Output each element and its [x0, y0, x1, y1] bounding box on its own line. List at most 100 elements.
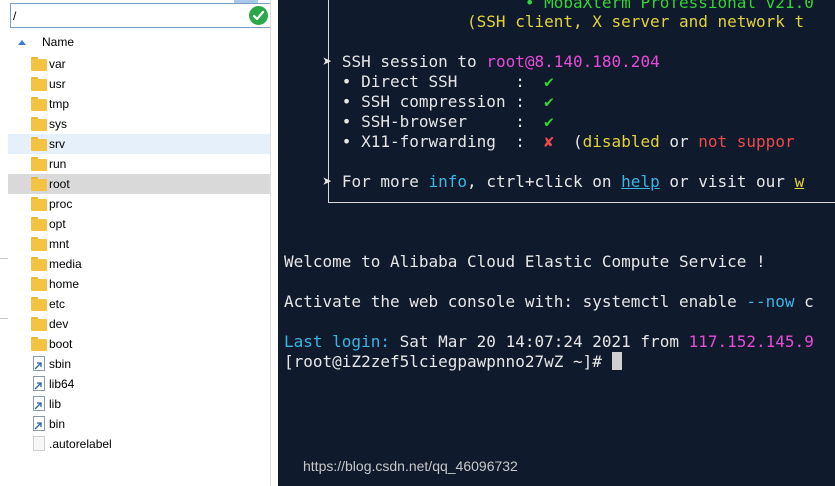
option-line: • Direct SSH : ✔: [284, 72, 554, 92]
folder-icon: [31, 77, 47, 91]
folder-icon: [31, 137, 47, 151]
paren: (: [573, 132, 583, 151]
ssh-session-line: ➤ SSH session to root@8.140.180.204: [284, 52, 660, 72]
file-list: var usr tmp sys srv run root proc opt mnt media hom…: [8, 54, 270, 454]
bullet: •: [341, 112, 352, 131]
option-line: • SSH compression : ✔: [284, 92, 554, 112]
file-row[interactable]: bin: [8, 414, 270, 434]
text-cursor: [611, 352, 622, 370]
folder-icon: [31, 57, 47, 71]
file-row[interactable]: opt: [8, 214, 270, 234]
option-label: Direct SSH :: [361, 72, 525, 91]
info-link[interactable]: info: [429, 172, 468, 191]
file-row[interactable]: sys: [8, 114, 270, 134]
folder-icon: [31, 157, 47, 171]
folder-icon: [31, 217, 47, 231]
ssh-session-label: SSH session to: [341, 52, 487, 71]
last-login-ip: 117.152.145.9: [688, 332, 814, 351]
folder-icon: [31, 257, 47, 271]
file-row[interactable]: mnt: [8, 234, 270, 254]
file-row[interactable]: run: [8, 154, 270, 174]
check-icon: ✔: [544, 92, 554, 111]
file-icon: [31, 436, 47, 451]
x11-not-supported: not suppor: [698, 132, 795, 151]
file-row[interactable]: usr: [8, 74, 270, 94]
folder-icon: [31, 177, 47, 191]
prompt-line[interactable]: [root@iZ2zef5lciegpawpnno27wZ ~]#: [284, 352, 622, 372]
path-input[interactable]: [13, 6, 243, 25]
file-row[interactable]: var: [8, 54, 270, 74]
file-name: boot: [49, 337, 73, 351]
file-name: usr: [49, 77, 66, 91]
x11-or: or: [659, 132, 699, 151]
file-row[interactable]: proc: [8, 194, 270, 214]
vertical-scrollbar[interactable]: [270, 0, 278, 486]
help-link[interactable]: help: [621, 172, 660, 191]
file-row[interactable]: tmp: [8, 94, 270, 114]
activate-line: Activate the web console with: systemctl…: [284, 292, 814, 312]
sort-ascending-icon: [18, 40, 26, 45]
file-row[interactable]: media: [8, 254, 270, 274]
folder-icon: [31, 297, 47, 311]
folder-icon: [31, 237, 47, 251]
file-row[interactable]: boot: [8, 334, 270, 354]
arrow-icon: ➤: [322, 52, 333, 71]
file-name: home: [49, 277, 80, 291]
folder-icon: [31, 117, 47, 131]
option-line: • X11-forwarding : ✘ (disabled or not su…: [284, 132, 795, 152]
activate-flag: --now: [746, 292, 795, 311]
file-name: root: [49, 177, 70, 191]
file-name: var: [49, 57, 66, 71]
folder-icon: [31, 197, 47, 211]
column-header-name[interactable]: Name: [8, 32, 270, 52]
folder-icon: [31, 317, 47, 331]
file-row[interactable]: lib64: [8, 374, 270, 394]
info-line: ➤ For more info, ctrl+click on help or v…: [284, 172, 805, 192]
bullet: •: [524, 0, 535, 12]
file-row[interactable]: srv: [8, 134, 270, 154]
banner-subtitle: (SSH client, X server and network t: [467, 12, 805, 31]
option-label: SSH-browser :: [361, 112, 525, 131]
option-label: X11-forwarding :: [361, 132, 525, 151]
column-header-label: Name: [42, 35, 75, 49]
info-mid: , ctrl+click on: [467, 172, 622, 191]
file-name: dev: [49, 317, 69, 331]
last-login-date: Sat Mar 20 14:07:24 2021 from: [389, 332, 689, 351]
symlink-icon: [31, 356, 47, 371]
website-link[interactable]: w: [795, 172, 805, 191]
file-name: tmp: [49, 97, 70, 111]
strip-divider: [0, 258, 8, 259]
welcome-line: Welcome to Alibaba Cloud Elastic Compute…: [284, 252, 766, 271]
file-name: lib: [49, 397, 62, 411]
sftp-browser: Name var usr tmp sys srv run root proc opt mnt med…: [8, 0, 272, 486]
symlink-icon: [31, 396, 47, 411]
folder-icon: [31, 337, 47, 351]
path-bar: [10, 3, 272, 28]
file-row[interactable]: home: [8, 274, 270, 294]
check-icon: ✔: [544, 72, 554, 91]
file-row[interactable]: lib: [8, 394, 270, 414]
file-row[interactable]: root: [8, 174, 270, 194]
bullet: •: [341, 92, 352, 111]
file-name: proc: [49, 197, 73, 211]
bullet: •: [341, 132, 352, 151]
file-name: lib64: [49, 377, 75, 391]
check-circle-icon[interactable]: [249, 6, 268, 25]
file-name: media: [49, 257, 82, 271]
file-row[interactable]: .autorelabel: [8, 434, 270, 454]
file-name: sys: [49, 117, 67, 131]
arrow-icon: ➤: [322, 172, 333, 191]
file-name: opt: [49, 217, 66, 231]
banner-title: MobaXterm Professional v21.0: [544, 0, 814, 12]
symlink-icon: [31, 376, 47, 391]
banner-subtitle-line: (SSH client, X server and network t: [284, 12, 804, 32]
cross-icon: ✘: [544, 132, 554, 151]
ssh-target: root@8.140.180.204: [486, 52, 660, 71]
ssh-terminal[interactable]: • MobaXterm Professional v21.0 (SSH clie…: [278, 0, 835, 486]
file-row[interactable]: etc: [8, 294, 270, 314]
info-suffix: or visit our: [659, 172, 795, 191]
last-login-label: Last login:: [284, 332, 390, 351]
shell-prompt: [root@iZ2zef5lciegpawpnno27wZ ~]#: [284, 352, 612, 371]
file-row[interactable]: sbin: [8, 354, 270, 374]
file-row[interactable]: dev: [8, 314, 270, 334]
